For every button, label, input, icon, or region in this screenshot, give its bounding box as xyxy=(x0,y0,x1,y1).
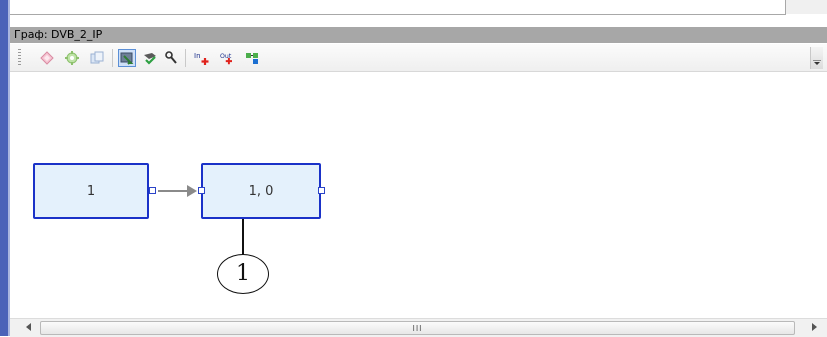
node-label: 1, 0 xyxy=(248,184,274,199)
scroll-right-arrow-icon[interactable] xyxy=(812,323,817,331)
scrollbar-grip: III xyxy=(412,324,423,333)
scrollbar-thumb[interactable]: III xyxy=(40,321,795,335)
callout-marker: 1 xyxy=(217,254,269,294)
edge-arrowhead xyxy=(187,185,197,197)
callout-number: 1 xyxy=(236,261,250,286)
input-port[interactable] xyxy=(198,187,205,194)
scroll-left-arrow-icon[interactable] xyxy=(26,323,31,331)
graph-node[interactable]: 1, 0 xyxy=(201,163,321,219)
node-label: 1 xyxy=(86,184,96,199)
graph-node[interactable]: 1 xyxy=(33,163,149,219)
output-port[interactable] xyxy=(149,187,156,194)
output-port[interactable] xyxy=(318,187,325,194)
